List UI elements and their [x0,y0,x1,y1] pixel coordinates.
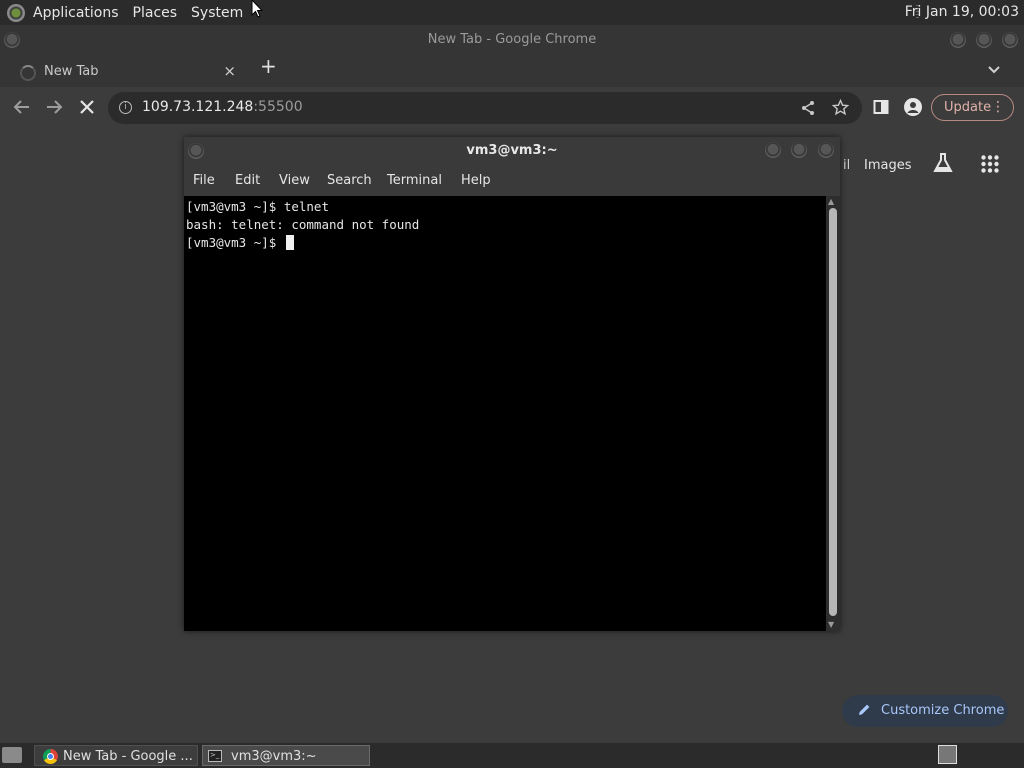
terminal-minimize-icon[interactable] [765,142,781,158]
new-tab-button[interactable]: + [260,56,277,76]
maximize-icon[interactable] [976,32,992,48]
google-apps-grid-icon[interactable] [981,155,999,173]
terminal-prompt: [vm3@vm3 ~]$ [186,235,284,250]
scroll-up-arrow-icon[interactable]: ▲ [828,197,834,206]
chrome-menu-dots-icon[interactable]: ⋮ [991,95,1005,120]
tab-strip: New Tab × [0,55,1024,87]
terminal-prompt-line: [vm3@vm3 ~]$ [186,235,294,250]
close-window-icon[interactable] [1002,32,1018,48]
browser-toolbar: i 109.73.121.248:55500 Update ⋮ [0,87,1024,129]
terminal-output[interactable]: [vm3@vm3 ~]$ telnet bash: telnet: comman… [184,196,826,631]
chrome-icon [43,749,58,764]
scrollbar-thumb[interactable] [829,208,837,616]
minimize-icon[interactable] [950,32,966,48]
address-url[interactable]: 109.73.121.248:55500 [142,99,303,115]
distro-logo-icon[interactable] [7,3,25,22]
bottom-taskbar: New Tab - Google ... >_ vm3@vm3:~ [0,743,1024,768]
gmail-link[interactable]: il [843,158,850,173]
terminal-menu-edit[interactable]: Edit [235,173,260,188]
pencil-icon [858,695,871,727]
images-link[interactable]: Images [864,158,912,173]
terminal-icon: >_ [208,750,222,762]
terminal-menubar: File Edit View Search Terminal Help [184,167,840,195]
top-panel: Applications Places System Fri Jan 19, 0… [0,0,1024,25]
customize-chrome-button[interactable]: Customize Chrome [842,695,1008,727]
loading-spinner-icon [20,65,36,81]
terminal-title: vm3@vm3:~ [466,143,558,158]
share-icon[interactable] [800,100,816,120]
chrome-window-title: New Tab - Google Chrome [427,32,597,47]
bookmark-star-icon[interactable] [831,98,850,120]
terminal-line: [vm3@vm3 ~]$ telnet [186,199,329,214]
taskbar-terminal-label: vm3@vm3:~ [231,749,317,764]
window-menu-icon[interactable] [4,32,20,48]
terminal-scrollbar[interactable]: ▲ ▼ [826,196,840,631]
terminal-menu-search[interactable]: Search [327,173,372,188]
taskbar-item-terminal[interactable]: >_ vm3@vm3:~ [202,745,370,766]
tab-close-icon[interactable]: × [223,62,236,80]
show-desktop-icon[interactable] [2,747,22,763]
address-bar[interactable]: i 109.73.121.248:55500 [108,92,862,124]
site-info-icon[interactable]: i [119,101,132,114]
labs-flask-icon[interactable] [931,151,955,175]
side-panel-icon[interactable] [873,99,889,119]
update-button[interactable]: Update ⋮ [931,94,1014,121]
stop-loading-icon[interactable] [79,99,95,119]
tab-title: New Tab [44,64,99,79]
menu-applications[interactable]: Applications [33,5,119,21]
url-host: 109.73.121.248 [142,99,254,115]
terminal-menu-file[interactable]: File [193,173,215,188]
mouse-pointer-icon [251,0,263,18]
workspace-switcher-icon[interactable] [938,745,957,764]
terminal-close-icon[interactable] [818,142,834,158]
tab-new-tab[interactable]: New Tab × [10,57,246,87]
terminal-maximize-icon[interactable] [791,142,807,158]
terminal-menu-help[interactable]: Help [461,173,491,188]
back-arrow-icon[interactable] [13,99,31,119]
terminal-cursor [285,235,294,250]
terminal-menu-terminal[interactable]: Terminal [387,173,442,188]
scroll-down-arrow-icon[interactable]: ▼ [828,620,834,629]
taskbar-item-chrome[interactable]: New Tab - Google ... [34,745,198,766]
forward-arrow-icon[interactable] [45,99,63,119]
profile-avatar-icon[interactable] [904,98,922,120]
taskbar-chrome-label: New Tab - Google ... [63,749,193,764]
terminal-window: vm3@vm3:~ File Edit View Search Terminal… [184,137,840,631]
chrome-titlebar[interactable]: New Tab - Google Chrome [0,25,1024,55]
terminal-titlebar[interactable]: vm3@vm3:~ [184,137,840,165]
panel-clock[interactable]: Fri Jan 19, 00:03 [905,4,1019,20]
update-label: Update [944,100,992,115]
menu-places[interactable]: Places [133,5,178,21]
menu-system[interactable]: System [191,5,243,21]
terminal-window-menu-icon[interactable] [188,143,204,159]
url-port: :55500 [253,99,303,115]
tab-search-chevron-icon[interactable] [988,63,1000,77]
terminal-line: bash: telnet: command not found [186,217,420,232]
customize-chrome-label: Customize Chrome [881,703,1005,718]
terminal-menu-view[interactable]: View [279,173,310,188]
